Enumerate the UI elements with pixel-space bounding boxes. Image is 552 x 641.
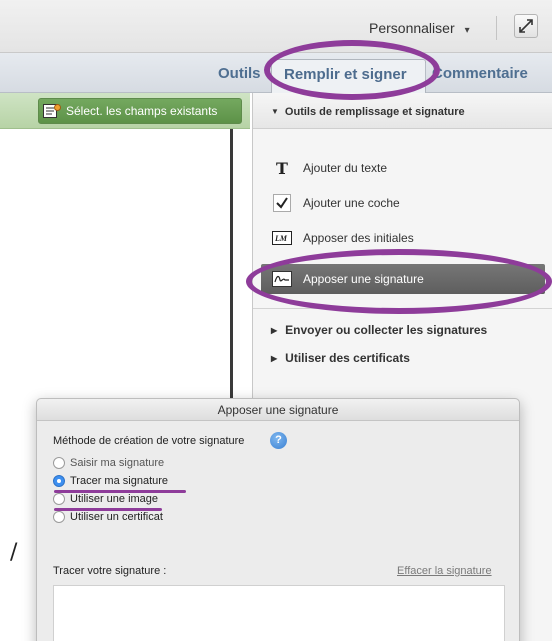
annotation-circle-fill-sign-tab <box>264 40 440 100</box>
select-existing-fields-button[interactable]: Sélect. les champs existants <box>38 98 242 124</box>
expand-arrows-icon <box>519 19 533 33</box>
triangle-right-icon: ▶ <box>271 354 278 363</box>
section-header-fill-sign-tools[interactable]: ▼ Outils de remplissage et signature <box>253 93 552 129</box>
section-use-certificates[interactable]: ▶ Utiliser des certificats <box>271 351 410 365</box>
checkmark-icon <box>271 194 293 212</box>
signature-drawing-area[interactable] <box>53 585 505 641</box>
expand-button[interactable] <box>514 14 538 38</box>
toolbar-divider <box>496 16 497 40</box>
forms-toolbar: Sélect. les champs existants <box>0 93 250 129</box>
tool-add-checkmark[interactable]: Ajouter une coche <box>253 188 552 218</box>
chevron-down-icon: ▾ <box>464 25 470 36</box>
dialog-title: Apposer une signature <box>37 399 519 421</box>
option-use-image[interactable]: Utiliser une image <box>53 493 158 505</box>
section-send-collect-signatures[interactable]: ▶ Envoyer ou collecter les signatures <box>271 323 487 337</box>
tool-label: Ajouter du texte <box>303 161 388 175</box>
top-toolbar: Personnaliser ▾ <box>0 0 552 53</box>
text-T-icon: T <box>276 158 288 178</box>
app-window: Personnaliser ▾ Outils Remplir et signer … <box>0 0 552 641</box>
place-signature-dialog: Apposer une signature Méthode de créatio… <box>36 398 520 641</box>
select-fields-label: Sélect. les champs existants <box>66 104 218 118</box>
document-text-fragment: / <box>10 540 18 565</box>
option-draw-signature[interactable]: Tracer ma signature <box>53 475 168 487</box>
tool-label: Ajouter une coche <box>303 196 400 210</box>
annotation-underline-draw <box>54 490 186 493</box>
method-label: Méthode de création de votre signature <box>53 435 245 447</box>
radio-button[interactable] <box>53 511 65 523</box>
triangle-right-icon: ▶ <box>271 326 278 335</box>
tab-tools[interactable]: Outils <box>218 65 261 82</box>
customize-label: Personnaliser <box>369 20 455 36</box>
draw-signature-label: Tracer votre signature : <box>53 565 167 577</box>
form-fields-icon <box>43 104 61 118</box>
section-title: Outils de remplissage et signature <box>284 106 465 118</box>
section-label: Utiliser des certificats <box>285 351 410 365</box>
clear-signature-link[interactable]: Effacer la signature <box>397 565 492 577</box>
radio-button-selected[interactable] <box>53 475 65 487</box>
initials-icon: LM <box>271 229 293 247</box>
option-label: Utiliser un certificat <box>70 511 163 523</box>
option-label: Saisir ma signature <box>70 457 165 469</box>
svg-text:LM: LM <box>274 234 288 243</box>
option-use-certificate[interactable]: Utiliser un certificat <box>53 511 163 523</box>
annotation-underline-image <box>54 508 162 511</box>
tool-add-text[interactable]: T Ajouter du texte <box>253 153 552 183</box>
annotation-circle-place-signature <box>246 249 552 314</box>
radio-button[interactable] <box>53 457 65 469</box>
help-icon[interactable]: ? <box>270 432 287 449</box>
option-label: Tracer ma signature <box>70 475 169 487</box>
option-label: Utiliser une image <box>70 493 159 505</box>
option-type-signature[interactable]: Saisir ma signature <box>53 457 164 469</box>
tab-comment[interactable]: Commentaire <box>432 65 528 82</box>
tool-label: Apposer des initiales <box>303 231 414 245</box>
section-label: Envoyer ou collecter les signatures <box>285 323 488 337</box>
radio-button[interactable] <box>53 493 65 505</box>
triangle-down-icon: ▼ <box>271 107 279 116</box>
customize-dropdown[interactable]: Personnaliser ▾ <box>369 20 470 36</box>
